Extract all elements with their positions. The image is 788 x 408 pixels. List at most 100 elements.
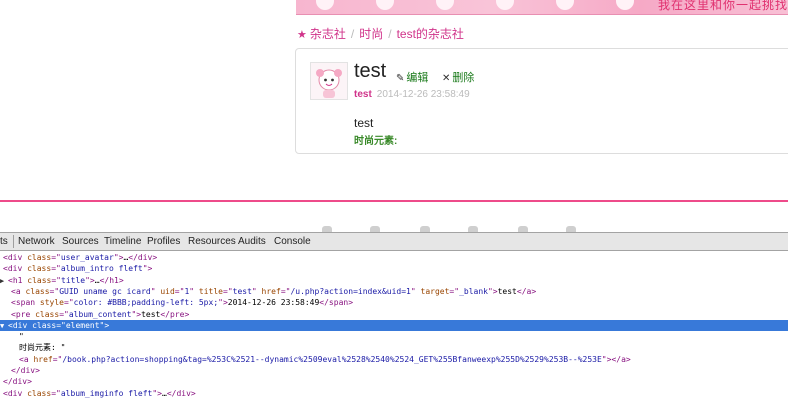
code-token: <a xyxy=(11,286,26,296)
code-token: "> xyxy=(142,264,153,274)
tab-timeline[interactable]: Timeline xyxy=(104,236,141,247)
code-token: element xyxy=(65,320,100,330)
code-token: " xyxy=(150,286,161,296)
code-token: style xyxy=(39,298,64,308)
code-token: =" xyxy=(51,275,61,285)
code-token: test xyxy=(497,286,517,296)
delete-button[interactable]: ✕ 删除 xyxy=(442,69,474,85)
tab-sources[interactable]: Sources xyxy=(62,236,99,247)
dom-node-line[interactable]: <a href="/book.php?action=shopping&tag=%… xyxy=(0,354,788,365)
post-content: test xyxy=(354,116,374,130)
code-token: class xyxy=(27,253,52,262)
close-icon: ✕ xyxy=(442,73,451,84)
code-token: " xyxy=(251,286,262,296)
devtools-panel: ts Network Sources Timeline Profiles Res… xyxy=(0,232,788,408)
code-token: </a> xyxy=(611,354,631,364)
code-token: href xyxy=(33,354,53,364)
code-token: <h1 xyxy=(8,275,28,285)
breadcrumb-item-magazine[interactable]: 杂志社 xyxy=(310,27,346,41)
code-token: <div xyxy=(3,388,28,398)
pencil-icon: ✎ xyxy=(396,73,405,84)
avatar[interactable] xyxy=(310,62,348,100)
code-token: GUID uname gc icard xyxy=(59,286,151,296)
code-token: "> xyxy=(218,298,228,308)
breadcrumb-separator: / xyxy=(350,27,355,41)
code-token: <a xyxy=(19,354,34,364)
code-token: </h1> xyxy=(99,275,124,285)
code-token: target xyxy=(420,286,450,296)
code-token: "> xyxy=(487,286,498,296)
dom-node-selected[interactable]: ▼ <div class="element"> xyxy=(0,319,788,331)
breadcrumb-item-current[interactable]: test的杂志社 xyxy=(397,27,464,41)
code-token: =" xyxy=(59,309,69,319)
code-token: user_avatar xyxy=(60,253,114,262)
code-token: =" xyxy=(51,264,61,274)
breadcrumb: ★ 杂志社 / 时尚 / test的杂志社 xyxy=(297,25,464,42)
code-token: class xyxy=(27,388,52,398)
code-token: href xyxy=(261,286,281,296)
tab-console[interactable]: Console xyxy=(274,236,311,247)
dom-node-line[interactable]: <div class="album_intro fleft"> xyxy=(0,263,788,274)
code-token: test xyxy=(232,286,252,296)
dom-node-line[interactable]: <a class="GUID uname gc icard" uid="1" t… xyxy=(0,286,788,297)
devtools-tab-bar: ts Network Sources Timeline Profiles Res… xyxy=(0,232,788,251)
code-token: class xyxy=(25,286,50,296)
post-date: 2014-12-26 23:58:49 xyxy=(376,89,470,100)
code-token: =" xyxy=(174,286,185,296)
code-token: class xyxy=(27,275,52,285)
code-token: <div xyxy=(3,253,28,262)
code-token: title xyxy=(198,286,223,296)
breadcrumb-item-fashion[interactable]: 时尚 xyxy=(359,27,383,41)
code-token: title xyxy=(61,275,86,285)
code-token: </div> xyxy=(166,388,196,398)
dom-node-line[interactable]: <span style="color: #BBB;padding-left: 5… xyxy=(0,297,788,308)
tab-profiles[interactable]: Profiles xyxy=(147,236,180,247)
fashion-element-label: 时尚元素: xyxy=(354,136,398,147)
post-meta: test 2014-12-26 23:58:49 xyxy=(354,89,470,100)
tab-elements[interactable]: ts xyxy=(0,236,8,247)
code-token: </pre> xyxy=(160,309,190,319)
code-token: "> xyxy=(131,309,142,319)
dom-node-line[interactable]: ▶ <h1 class="title">…</h1> xyxy=(0,275,788,286)
code-token: 2014-12-26 23:58:49 xyxy=(227,298,320,308)
post-title: test xyxy=(354,60,387,82)
dom-node-line[interactable]: <div class="album_imginfo fleft">…</div> xyxy=(0,388,788,399)
code-token: =" xyxy=(280,286,291,296)
code-token: <span xyxy=(11,298,40,308)
dom-node-line[interactable]: 时尚元素: " xyxy=(0,342,788,353)
tab-audits[interactable]: Audits xyxy=(238,236,266,247)
code-token: <div xyxy=(8,320,33,330)
code-token: </div> xyxy=(128,253,158,262)
header-banner: 我在这里和你一起挑找 xyxy=(296,0,788,15)
code-token: /u.php?action=index&uid=1 xyxy=(290,286,411,296)
author-link[interactable]: test xyxy=(354,89,372,100)
dom-node-line[interactable]: </div> xyxy=(0,365,788,376)
dom-node-line[interactable]: <pre class="album_content">test</pre> xyxy=(0,309,788,320)
code-token: album_imginfo fleft xyxy=(60,388,153,398)
code-token: =" xyxy=(449,286,460,296)
edit-button[interactable]: ✎ 编辑 xyxy=(396,69,428,85)
code-token: test xyxy=(141,309,161,319)
code-token: "> xyxy=(99,320,110,330)
star-icon: ★ xyxy=(297,29,307,41)
webpage-area: 我在这里和你一起挑找 ★ 杂志社 / 时尚 / test的杂志社 test ✎ 编辑 ✕ 删除… xyxy=(0,0,788,200)
breadcrumb-separator: / xyxy=(388,27,392,41)
code-token: " xyxy=(410,286,421,296)
page-scroll-remainder xyxy=(0,202,788,232)
code-token: _blank xyxy=(459,286,488,296)
code-token: </div> xyxy=(11,366,40,375)
code-token: class xyxy=(35,309,60,319)
code-token: "> xyxy=(113,253,124,262)
tab-resources[interactable]: Resources xyxy=(188,236,236,247)
dom-node-line[interactable]: " xyxy=(0,331,788,342)
code-token: class xyxy=(32,320,57,330)
banner-slogan: 我在这里和你一起挑找 xyxy=(657,0,788,12)
code-token: <pre xyxy=(11,309,36,319)
dom-node-line[interactable]: <div class="user_avatar">…</div> xyxy=(0,252,788,263)
code-token: "> xyxy=(601,354,612,364)
tab-network[interactable]: Network xyxy=(18,236,55,247)
code-token: album_intro fleft xyxy=(60,264,143,274)
code-token: </span> xyxy=(319,298,354,308)
dom-node-line[interactable]: </div> xyxy=(0,376,788,387)
code-token: =" xyxy=(223,286,233,296)
